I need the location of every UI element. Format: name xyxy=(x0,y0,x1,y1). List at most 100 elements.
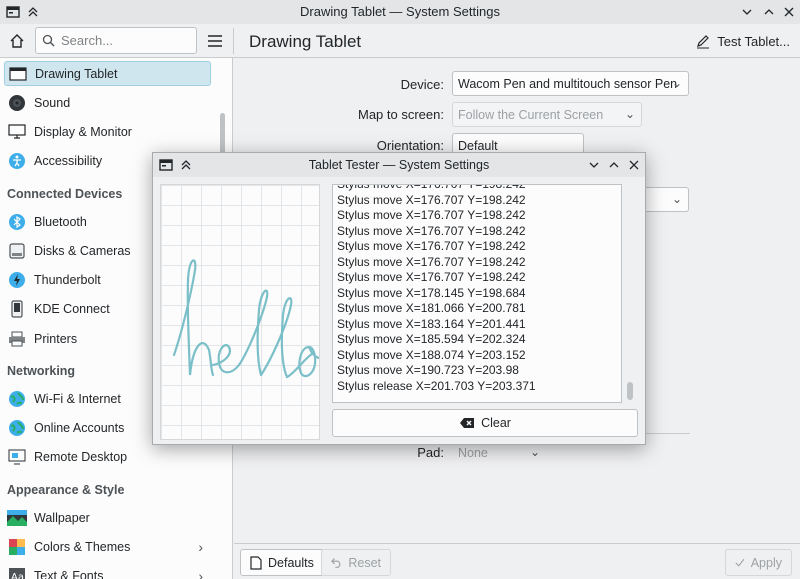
toolbar: Drawing Tablet Test Tablet... xyxy=(0,24,800,58)
log-line: Stylus move X=188.074 Y=203.152 xyxy=(337,347,526,362)
reset-button[interactable]: Reset xyxy=(321,549,391,576)
speaker-icon xyxy=(7,94,27,112)
sidebar-item-label: KDE Connect xyxy=(34,301,110,316)
palette-icon xyxy=(7,538,27,556)
sidebar-header-connected-devices: Connected Devices xyxy=(7,187,123,201)
sidebar-item-label: Accessibility xyxy=(34,153,103,168)
event-log-scrollbar[interactable] xyxy=(627,382,633,400)
sidebar-item-display-monitor[interactable]: Display & Monitor xyxy=(4,119,211,144)
apply-label: Apply xyxy=(750,555,782,570)
phone-icon xyxy=(7,299,27,318)
close-icon[interactable] xyxy=(780,3,798,21)
chevron-down-icon: ⌄ xyxy=(671,76,682,90)
sidebar-item-colors-themes[interactable]: Colors & Themes › xyxy=(4,534,211,559)
test-tablet-label: Test Tablet... xyxy=(717,33,790,49)
log-line: Stylus move X=176.707 Y=198.242 xyxy=(337,208,526,222)
close-icon[interactable] xyxy=(625,156,643,174)
minimize-icon[interactable] xyxy=(585,156,603,174)
sidebar-item-sound[interactable]: Sound xyxy=(4,90,211,115)
section-divider xyxy=(644,433,690,434)
device-combo[interactable]: Wacom Pen and multitouch sensor Pen ⌄ xyxy=(452,71,689,96)
sidebar-item-label: Disks & Cameras xyxy=(34,243,131,258)
tablet-icon xyxy=(8,65,28,83)
monitor-icon xyxy=(7,123,27,141)
window-title: Drawing Tablet — System Settings xyxy=(300,4,500,19)
clear-button[interactable]: Clear xyxy=(332,409,638,437)
hidden-combo[interactable]: ⌄ xyxy=(639,187,689,212)
wallpaper-icon xyxy=(7,509,27,527)
pen-icon xyxy=(697,35,710,49)
defaults-label: Defaults xyxy=(268,555,314,570)
pad-label: Pad: xyxy=(417,445,444,460)
map-to-screen-value: Follow the Current Screen xyxy=(458,107,604,122)
page-title: Drawing Tablet xyxy=(249,32,362,51)
orientation-value: Default xyxy=(458,138,498,153)
log-line: Stylus move X=176.707 Y=198.242 xyxy=(337,223,526,238)
log-line: Stylus move X=176.707 Y=198.242 xyxy=(337,192,526,207)
sidebar-header-networking: Networking xyxy=(7,364,76,378)
sidebar-item-label: Wallpaper xyxy=(34,510,90,525)
dialog-titlebar: Tablet Tester — System Settings xyxy=(153,153,645,177)
sidebar-item-label: Thunderbolt xyxy=(34,272,101,287)
sidebar-item-wallpaper[interactable]: Wallpaper xyxy=(4,505,211,530)
font-icon: Aa xyxy=(7,567,27,579)
chevron-right-icon: › xyxy=(198,567,203,579)
chevron-right-icon: › xyxy=(198,538,203,555)
sidebar-header-appearance-style: Appearance & Style xyxy=(7,483,125,497)
log-line: Stylus move X=176.707 Y=198.242 xyxy=(337,239,526,253)
log-line: Stylus move X=185.594 Y=202.324 xyxy=(337,332,526,346)
dialog-title: Tablet Tester — System Settings xyxy=(308,158,490,172)
sidebar-item-label: Wi-Fi & Internet xyxy=(34,391,121,406)
log-line: Stylus move X=176.707 Y=198.242 xyxy=(337,254,526,269)
sidebar-item-remote-desktop[interactable]: Remote Desktop xyxy=(4,444,211,469)
footer: Defaults Reset Apply xyxy=(234,543,800,579)
thunderbolt-icon xyxy=(7,271,27,289)
log-line: Stylus move X=176.707 Y=198.242 xyxy=(337,184,526,191)
sidebar-item-label: Sound xyxy=(34,95,71,110)
sidebar-item-label: Online Accounts xyxy=(34,420,125,435)
chevron-down-icon: ⌄ xyxy=(529,445,540,459)
defaults-button[interactable]: Defaults xyxy=(240,549,324,576)
event-log[interactable]: Stylus move X=176.707 Y=198.242 Stylus mo… xyxy=(332,184,622,403)
sidebar-item-label: Remote Desktop xyxy=(34,449,128,464)
minimize-icon[interactable] xyxy=(738,3,756,21)
sidebar-item-label: Colors & Themes xyxy=(34,539,131,554)
maximize-icon[interactable] xyxy=(760,3,778,21)
clear-label: Clear xyxy=(481,416,511,430)
remote-desktop-icon xyxy=(7,448,27,466)
test-tablet-button[interactable]: Test Tablet... xyxy=(695,30,790,52)
map-to-screen-combo[interactable]: Follow the Current Screen ⌄ xyxy=(452,102,642,127)
sidebar-item-text-fonts[interactable]: Aa Text & Fonts › xyxy=(4,563,211,579)
sidebar-item-label: Text & Fonts xyxy=(34,568,104,579)
log-line: Stylus move X=178.145 Y=198.684 xyxy=(337,285,526,300)
apply-button[interactable]: Apply xyxy=(725,549,792,576)
globe-icon xyxy=(7,390,27,408)
maximize-icon[interactable] xyxy=(605,156,623,174)
hamburger-menu-icon[interactable] xyxy=(204,30,226,52)
log-line: Stylus move X=176.707 Y=198.242 xyxy=(337,270,526,284)
search-field[interactable] xyxy=(35,27,197,54)
chevron-down-icon: ⌄ xyxy=(624,107,635,121)
device-value: Wacom Pen and multitouch sensor Pen xyxy=(458,76,678,91)
home-icon[interactable] xyxy=(6,30,28,52)
log-line: Stylus release X=201.703 Y=203.371 xyxy=(337,378,536,393)
sidebar-item-drawing-tablet[interactable]: Drawing Tablet xyxy=(4,61,211,86)
svg-text:Aa: Aa xyxy=(11,572,24,579)
document-icon xyxy=(250,555,262,570)
sidebar-item-label: Display & Monitor xyxy=(34,124,132,139)
bluetooth-icon xyxy=(7,213,27,231)
search-input[interactable] xyxy=(61,33,181,48)
toolbar-divider xyxy=(233,28,234,54)
undo-icon xyxy=(331,558,341,568)
drawing-canvas[interactable] xyxy=(160,184,320,440)
pad-value: None xyxy=(458,445,488,460)
printer-icon xyxy=(7,330,27,348)
orientation-label: Orientation: xyxy=(376,138,444,153)
tablet-tester-dialog: Tablet Tester — System Settings Stylus m… xyxy=(152,152,646,445)
chevron-down-icon: ⌄ xyxy=(671,192,682,206)
reset-label: Reset xyxy=(348,555,381,570)
backspace-icon xyxy=(460,418,475,428)
event-log-list: Stylus move X=176.707 Y=198.242 Stylus mo… xyxy=(333,184,536,394)
disk-icon xyxy=(7,242,27,260)
search-icon xyxy=(42,34,55,47)
